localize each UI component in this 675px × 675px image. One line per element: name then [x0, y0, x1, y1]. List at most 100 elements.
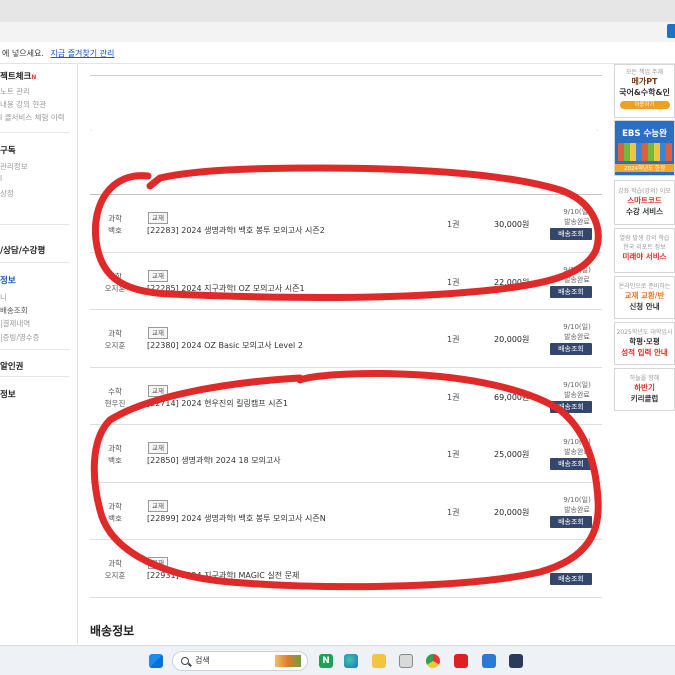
- naver-icon[interactable]: N: [319, 654, 333, 668]
- row-subject: 수학 현우진: [104, 386, 126, 408]
- row-qty: 1권: [447, 335, 460, 344]
- banner-kiri-club[interactable]: 하늘을 향해 하반기 키리클럽: [614, 368, 675, 411]
- lnb-divider: [0, 376, 70, 377]
- lnb-order-sub-2[interactable]: 배송조회: [0, 305, 28, 316]
- track-delivery-button[interactable]: 배송조회: [550, 343, 592, 355]
- lnb-sub-5[interactable]: l: [0, 174, 2, 183]
- track-delivery-button[interactable]: 배송조회: [550, 400, 592, 413]
- row-price: 20,000원: [494, 507, 530, 517]
- lnb-divider: [0, 132, 70, 133]
- row-date: 9/10(일) 발송완료: [563, 208, 591, 226]
- chrome-icon[interactable]: [426, 654, 440, 668]
- lnb-order-sub-3[interactable]: |결제내역: [0, 318, 30, 329]
- favbar-manage-link[interactable]: 지금 즐겨찾기 관리: [50, 49, 114, 58]
- banner-smart-code[interactable]: 강좌 학습(강의) 이모 스마트코드 수강 서비스: [614, 180, 675, 225]
- row-price: 25,000원: [494, 450, 530, 459]
- row-title[interactable]: [22850] 생명과학I 2024 18 모의고사: [147, 455, 281, 466]
- row-subject: 과학 백호: [108, 214, 122, 235]
- banner-text: 성적 입력 안내: [621, 348, 668, 357]
- dot-marker: ·: [596, 126, 599, 135]
- row-title[interactable]: [22380] 2024 OZ Basic 모의고사 Level 2: [147, 340, 303, 351]
- banner-text: 2025학년도 대학입시: [616, 329, 673, 336]
- file-explorer-icon[interactable]: [372, 654, 386, 668]
- row-price: 69,000원: [494, 392, 530, 402]
- banner-text: 이용하기: [619, 101, 670, 109]
- row-title[interactable]: [22931] 2024 지구과학I MAGIC 실전 문제: [147, 570, 299, 581]
- windows-taskbar: 검색 N: [0, 645, 675, 675]
- track-delivery-button[interactable]: 배송조회: [550, 285, 592, 298]
- lnb-sub-3[interactable]: I 클서비스 체험 이력: [0, 112, 65, 123]
- track-delivery-button[interactable]: 배송조회: [550, 573, 592, 585]
- row-qty: 1권: [447, 450, 460, 459]
- banner-score-input[interactable]: 2025학년도 대학입시 학평·모평 성적 입력 안내: [614, 322, 675, 365]
- favbar-text: 에 넣으세요.: [2, 49, 44, 58]
- edge-browser-icon[interactable]: [344, 654, 358, 668]
- taskbar-search-input[interactable]: 검색: [172, 651, 308, 671]
- banner-text: 미래야 서비스: [622, 252, 667, 261]
- lnb-subscribe[interactable]: 구독: [0, 144, 16, 156]
- google-icon[interactable]: [399, 654, 413, 668]
- section-top-line: [90, 75, 602, 76]
- row-title[interactable]: [22714] 2024 현우진의 킬링캠프 시즌1: [147, 398, 288, 409]
- browser-toolbar: [0, 22, 675, 42]
- windows-start-icon[interactable]: [149, 654, 163, 668]
- row-date: 9/10(일) 발송완료: [563, 380, 591, 399]
- lnb-order-sub-4[interactable]: |증빙/영수증: [0, 332, 40, 343]
- lnb-divider: [0, 262, 70, 263]
- banner-mega-pt[interactable]: 모든 책임 주재 메가PT 국어&수학&인 이용하기: [614, 64, 675, 118]
- table-row: 과학 오지훈 교재 [22285] 2024 지구과학I OZ 모의고사 시즌1…: [90, 253, 602, 310]
- book-cover-image: [617, 143, 672, 161]
- banner-text: EBS 수능완: [622, 129, 667, 139]
- lnb-last[interactable]: 정보: [0, 388, 16, 400]
- row-subject: 과학 백호: [108, 501, 122, 523]
- browser-edge-icon[interactable]: [667, 24, 675, 38]
- row-badge: 교재: [148, 269, 168, 282]
- banner-text: 학평·모평: [629, 337, 660, 346]
- row-badge: 교재: [148, 327, 168, 339]
- lnb-sub-2[interactable]: 내용 강의 현관: [0, 99, 46, 110]
- row-title[interactable]: [22899] 2024 생명과학I 백호 봉투 모의고사 시즌N: [147, 513, 326, 524]
- row-title[interactable]: [22285] 2024 지구과학I OZ 모의고사 시즌1: [147, 283, 305, 294]
- search-highlight-image: [275, 655, 301, 667]
- banner-ebs[interactable]: EBS 수능완 2024학년도 한정: [614, 120, 675, 176]
- table-row: 과학 백호 교재 [22899] 2024 생명과학I 백호 봉투 모의고사 시…: [90, 483, 602, 540]
- lnb-sub-1[interactable]: 노트 관리: [0, 86, 30, 97]
- lnb-order-info[interactable]: 정보: [0, 274, 16, 286]
- search-icon: [181, 657, 189, 665]
- row-date: 9/10(일) 발송완료: [563, 323, 591, 341]
- table-row: 과학 오지훈 교재 [22931] 2024 지구과학I MAGIC 실전 문제…: [90, 540, 602, 598]
- banner-text: 2024학년도 한정: [615, 164, 674, 172]
- banner-text: 하반기: [634, 383, 655, 392]
- left-navigation: 젝트체크N 노트 관리 내용 강의 현관 I 클서비스 체험 이력 구독 관리정…: [0, 64, 78, 644]
- lnb-alarm[interactable]: 알인권: [0, 360, 23, 372]
- row-date: 9/10(일) 발송완료: [563, 265, 591, 284]
- row-badge: 교재: [148, 384, 168, 397]
- table-row: 수학 현우진 교재 [22714] 2024 현우진의 킬링캠프 시즌1 1권 …: [90, 368, 602, 425]
- row-subject: 과학 오지훈: [104, 329, 126, 350]
- banner-text: 교재 교환/반: [624, 291, 665, 300]
- track-delivery-button[interactable]: 배송조회: [550, 228, 592, 240]
- track-delivery-button[interactable]: 배송조회: [550, 458, 592, 470]
- row-price: 20,000원: [494, 335, 530, 344]
- table-row: 과학 백호 교재 [22850] 생명과학I 2024 18 모의고사 1권 2…: [90, 425, 602, 483]
- app-g-icon[interactable]: [509, 654, 523, 668]
- banner-future[interactable]: 열람 발생 강의 학습 한국 리포트 정보 미래야 서비스: [614, 228, 675, 273]
- banner-text: 국어&수학&인: [619, 88, 670, 97]
- track-delivery-button[interactable]: 배송조회: [550, 515, 592, 528]
- lnb-sub-6[interactable]: 상정: [0, 188, 14, 199]
- vscode-icon[interactable]: [482, 654, 496, 668]
- row-badge: 교재: [148, 442, 168, 454]
- banner-text: 모든 책임 주재: [626, 69, 663, 76]
- banner-text: 강좌 학습(강의) 이모: [618, 188, 671, 195]
- lnb-project-check[interactable]: 젝트체크N: [0, 70, 36, 82]
- row-title[interactable]: [22283] 2024 생명과학I 백호 봉투 모의고사 시즌2: [147, 225, 325, 236]
- lnb-order-sub-1[interactable]: 니: [0, 292, 7, 303]
- row-date: 9/10(일) 발송완료: [563, 438, 591, 456]
- banner-text: 한국 리포트 정보: [623, 244, 666, 251]
- lnb-counsel[interactable]: /상담/수강평: [0, 244, 45, 256]
- lnb-divider: [0, 349, 70, 350]
- youtube-icon[interactable]: [454, 654, 468, 668]
- row-qty: 1권: [447, 277, 460, 287]
- banner-book-exchange[interactable]: 온라인으로 준비하는 교재 교환/반 신청 안내: [614, 276, 675, 319]
- lnb-sub-4[interactable]: 관리정보: [0, 161, 28, 172]
